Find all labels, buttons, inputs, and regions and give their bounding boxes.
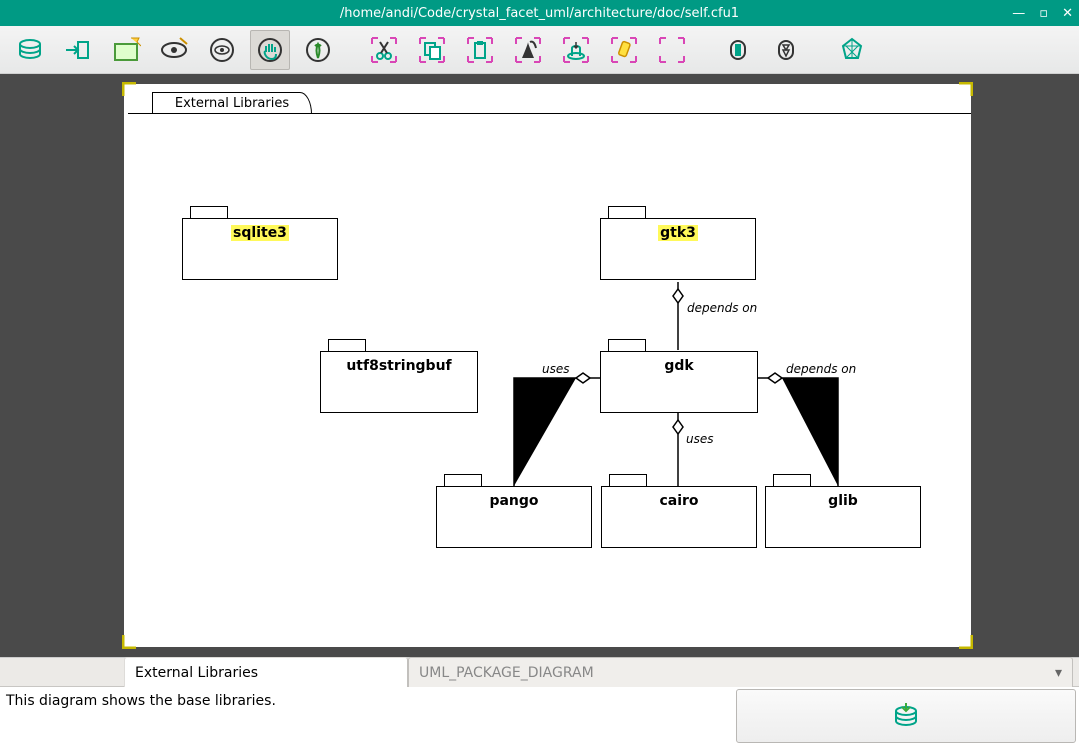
package-utf8stringbuf[interactable]: utf8stringbuf — [320, 339, 478, 413]
relation-label: depends on — [687, 301, 757, 315]
save-button[interactable] — [736, 689, 1076, 743]
package-pango[interactable]: pango — [436, 474, 592, 548]
properties-panel: External Libraries UML_PACKAGE_DIAGRAM ▾… — [0, 657, 1079, 747]
description-field[interactable]: This diagram shows the base libraries. — [0, 687, 736, 745]
canvas-area: External Libraries depends on uses depen… — [0, 74, 1079, 657]
maximize-button[interactable]: ▫ — [1039, 6, 1048, 21]
copy-icon[interactable] — [412, 30, 452, 70]
chevron-down-icon: ▾ — [1055, 665, 1062, 681]
relation-label: uses — [542, 362, 570, 376]
type-dropdown[interactable]: UML_PACKAGE_DIAGRAM ▾ — [408, 657, 1073, 687]
export-icon[interactable] — [58, 30, 98, 70]
create-icon[interactable] — [298, 30, 338, 70]
paste-icon[interactable] — [460, 30, 500, 70]
package-label: pango — [489, 493, 538, 509]
corner-marker — [122, 82, 136, 96]
relation-label: depends on — [786, 362, 856, 376]
diagram-frame-title: External Libraries — [152, 92, 312, 114]
package-label: glib — [828, 493, 858, 509]
package-label: cairo — [659, 493, 698, 509]
delete-icon[interactable] — [508, 30, 548, 70]
package-sqlite3[interactable]: sqlite3 — [182, 206, 338, 280]
hand-icon[interactable] — [250, 30, 290, 70]
cut-icon[interactable] — [364, 30, 404, 70]
package-label: gdk — [664, 358, 693, 374]
package-gdk[interactable]: gdk — [600, 339, 758, 413]
undo-icon[interactable] — [718, 30, 758, 70]
database-save-icon — [891, 701, 921, 731]
highlight-icon[interactable] — [604, 30, 644, 70]
package-label: sqlite3 — [231, 225, 289, 241]
corner-marker — [959, 82, 973, 96]
window-title: /home/andi/Code/crystal_facet_uml/archit… — [340, 6, 739, 21]
type-value: UML_PACKAGE_DIAGRAM — [419, 665, 594, 681]
package-glib[interactable]: glib — [765, 474, 921, 548]
package-gtk3[interactable]: gtk3 — [600, 206, 756, 280]
relation-label: uses — [686, 432, 714, 446]
name-field[interactable]: External Libraries — [124, 657, 408, 687]
reset-icon[interactable] — [652, 30, 692, 70]
diagram-canvas[interactable]: External Libraries depends on uses depen… — [124, 84, 971, 647]
title-bar: /home/andi/Code/crystal_facet_uml/archit… — [0, 0, 1079, 26]
database-icon[interactable] — [10, 30, 50, 70]
new-view-icon[interactable] — [154, 30, 194, 70]
redo-icon[interactable] — [766, 30, 806, 70]
diagram-frame — [128, 113, 971, 647]
new-window-icon[interactable] — [106, 30, 146, 70]
package-label: gtk3 — [658, 225, 698, 241]
eye-icon[interactable] — [202, 30, 242, 70]
close-button[interactable]: ✕ — [1062, 6, 1073, 21]
toolbar — [0, 26, 1079, 74]
instantiate-icon[interactable] — [556, 30, 596, 70]
about-icon[interactable] — [832, 30, 872, 70]
package-cairo[interactable]: cairo — [601, 474, 757, 548]
minimize-button[interactable]: — — [1012, 6, 1025, 21]
package-label: utf8stringbuf — [346, 358, 451, 374]
